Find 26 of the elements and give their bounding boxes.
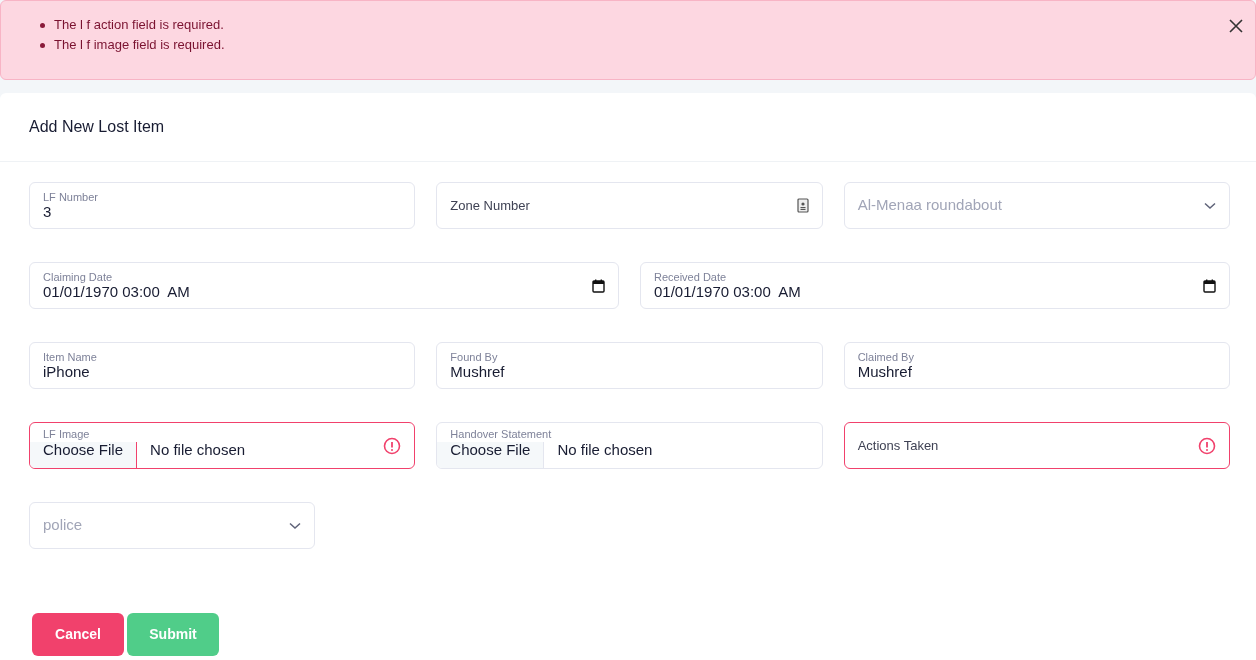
text-field[interactable]: Found By Mushref <box>436 342 823 389</box>
cancel-button[interactable]: Cancel <box>32 613 124 656</box>
error-icon <box>1198 436 1216 455</box>
text-field[interactable]: Item Name iPhone <box>29 342 416 389</box>
file-field[interactable]: Handover Statement Choose File No file chosen <box>436 422 823 469</box>
date-field[interactable]: Claiming Date 01/01/1970 03:00 AM <box>29 262 619 309</box>
date-field[interactable]: Received Date 01/01/1970 03:00 AM <box>640 262 1230 309</box>
calendar-icon[interactable] <box>1203 278 1216 293</box>
contact-card-icon <box>796 198 809 213</box>
text-field[interactable]: Claimed By Mushref <box>843 342 1230 389</box>
error-message: The l f action field is required. <box>54 16 224 35</box>
text-field[interactable]: LF Number 3 <box>29 182 416 229</box>
text-field[interactable]: Actions Taken <box>843 422 1230 469</box>
form-title: Add New Lost Item <box>29 117 165 137</box>
choose-file-button[interactable]: Choose File <box>437 442 545 468</box>
bullet-icon <box>40 42 45 48</box>
calendar-icon[interactable] <box>592 278 605 293</box>
close-icon[interactable] <box>1229 19 1243 33</box>
chevron-down-icon <box>1204 201 1216 210</box>
chevron-down-icon <box>289 521 301 530</box>
file-field[interactable]: LF Image Choose File No file chosen <box>29 422 416 469</box>
bullet-icon <box>40 22 45 28</box>
choose-file-button[interactable]: Choose File <box>30 442 138 468</box>
text-field[interactable]: Zone Number <box>436 182 823 229</box>
error-icon <box>383 436 402 455</box>
error-message: The l f image field is required. <box>54 36 225 55</box>
